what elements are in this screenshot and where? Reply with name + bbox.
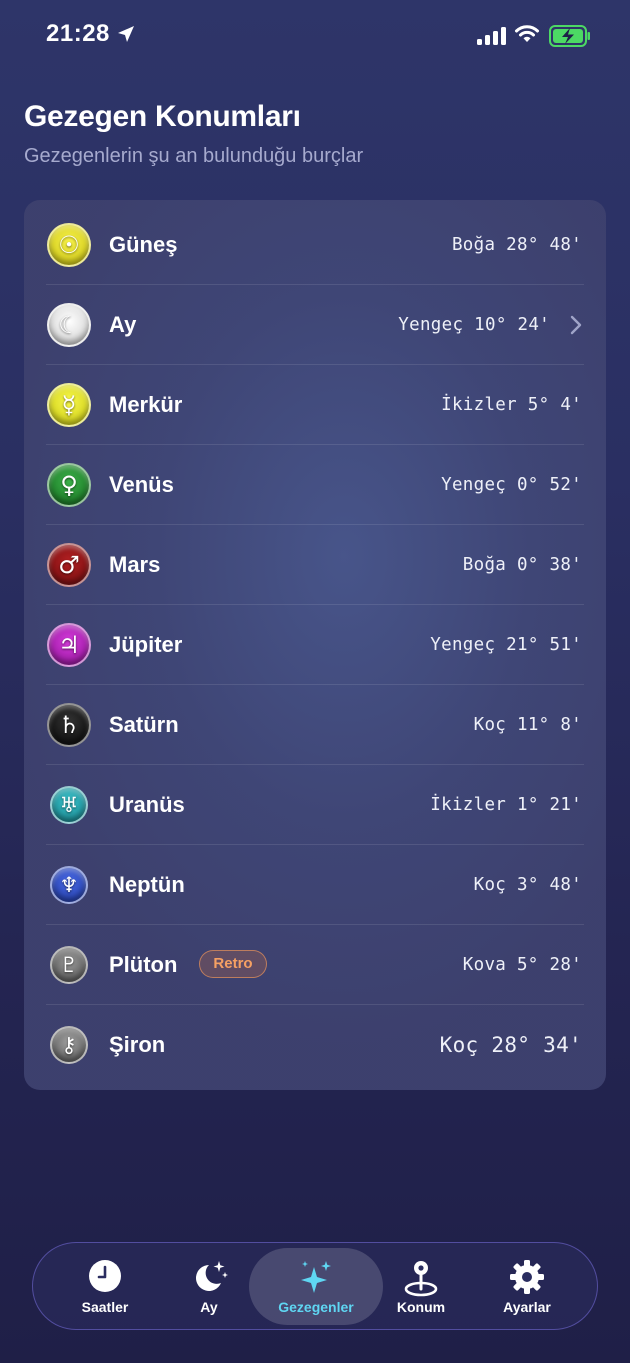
chevron-right-icon <box>570 315 582 335</box>
planet-position: Kova 5° 28' <box>462 955 582 975</box>
planet-name: Ay <box>109 312 137 337</box>
clock-icon <box>89 1260 121 1292</box>
planet-position: Yengeç 21° 51' <box>430 635 582 655</box>
venus-icon: ♀ <box>47 463 91 507</box>
location-arrow-icon <box>118 26 134 42</box>
planet-name: Neptün <box>109 872 185 897</box>
page-subtitle: Gezegenlerin şu an bulunduğu burçlar <box>24 145 364 167</box>
cellular-signal-icon <box>477 26 507 45</box>
status-time: 21:28 <box>46 20 110 47</box>
tab-ayarlar[interactable]: Ayarlar <box>461 1243 593 1328</box>
planet-row-mercury[interactable]: ☿ Merkür İkizler 5° 4' <box>24 365 606 445</box>
retro-badge: Retro <box>199 950 267 978</box>
planet-position: Koç 11° 8' <box>473 715 582 735</box>
planet-row-sun[interactable]: ☉ Güneş Boğa 28° 48' <box>24 205 606 285</box>
mars-icon: ♂ <box>47 543 91 587</box>
page-title: Gezegen Konumları <box>24 100 301 133</box>
planet-position: İkizler 1° 21' <box>430 795 582 815</box>
planet-row-uranus[interactable]: ♅ Uranüs İkizler 1° 21' <box>24 765 606 845</box>
planet-position: Yengeç 10° 24' <box>398 315 550 335</box>
chiron-icon: ⚷ <box>50 1026 88 1064</box>
sparkles-icon <box>301 1261 331 1293</box>
planet-name: Merkür <box>109 392 183 417</box>
planet-name: Venüs <box>109 472 174 497</box>
planet-name: Uranüs <box>109 792 185 817</box>
sun-icon: ☉ <box>47 223 91 267</box>
planet-row-mars[interactable]: ♂ Mars Boğa 0° 38' <box>24 525 606 605</box>
saturn-icon: ♄ <box>47 703 91 747</box>
jupiter-icon: ♃ <box>47 623 91 667</box>
planet-row-moon[interactable]: ☾ Ay Yengeç 10° 24' <box>24 285 606 365</box>
pluto-icon: ♇ <box>50 946 88 984</box>
planet-position: Yengeç 0° 52' <box>441 475 582 495</box>
planet-row-jupiter[interactable]: ♃ Jüpiter Yengeç 21° 51' <box>24 605 606 685</box>
wifi-icon <box>515 25 539 42</box>
moon-stars-icon <box>196 1261 228 1291</box>
planet-row-saturn[interactable]: ♄ Satürn Koç 11° 8' <box>24 685 606 765</box>
neptune-icon: ♆ <box>50 866 88 904</box>
uranus-icon: ♅ <box>50 786 88 824</box>
tab-bar: Saatler Ay Gezegenler Konum Ayarlar <box>32 1242 598 1330</box>
planet-name: Jüpiter <box>109 632 183 657</box>
planet-name: Mars <box>109 552 161 577</box>
planet-row-neptune[interactable]: ♆ Neptün Koç 3° 48' <box>24 845 606 925</box>
planet-row-venus[interactable]: ♀ Venüs Yengeç 0° 52' <box>24 445 606 525</box>
planet-position: Boğa 0° 38' <box>462 555 582 575</box>
planet-row-chiron[interactable]: ⚷ Şiron Koç 28° 34' <box>24 1005 606 1085</box>
map-pin-icon <box>404 1261 438 1297</box>
planet-name: Güneş <box>109 232 178 257</box>
planet-position: Boğa 28° 48' <box>451 235 582 255</box>
planet-name: Satürn <box>109 712 179 737</box>
mercury-icon: ☿ <box>47 383 91 427</box>
planet-row-pluto[interactable]: ♇ Plüton Retro Kova 5° 28' <box>24 925 606 1005</box>
planet-name: Plüton <box>109 952 178 977</box>
battery-charging-icon <box>549 25 590 47</box>
planet-list-card: ☉ Güneş Boğa 28° 48' ☾ Ay Yengeç 10° 24'… <box>24 200 606 1090</box>
planet-position: Koç 3° 48' <box>473 875 582 895</box>
gear-icon <box>510 1260 544 1294</box>
status-bar: 21:28 <box>0 0 630 72</box>
planet-position: Koç 28° 34' <box>439 1033 582 1057</box>
planet-name: Şiron <box>109 1032 166 1057</box>
moon-icon: ☾ <box>47 303 91 347</box>
planet-position: İkizler 5° 4' <box>441 395 582 415</box>
